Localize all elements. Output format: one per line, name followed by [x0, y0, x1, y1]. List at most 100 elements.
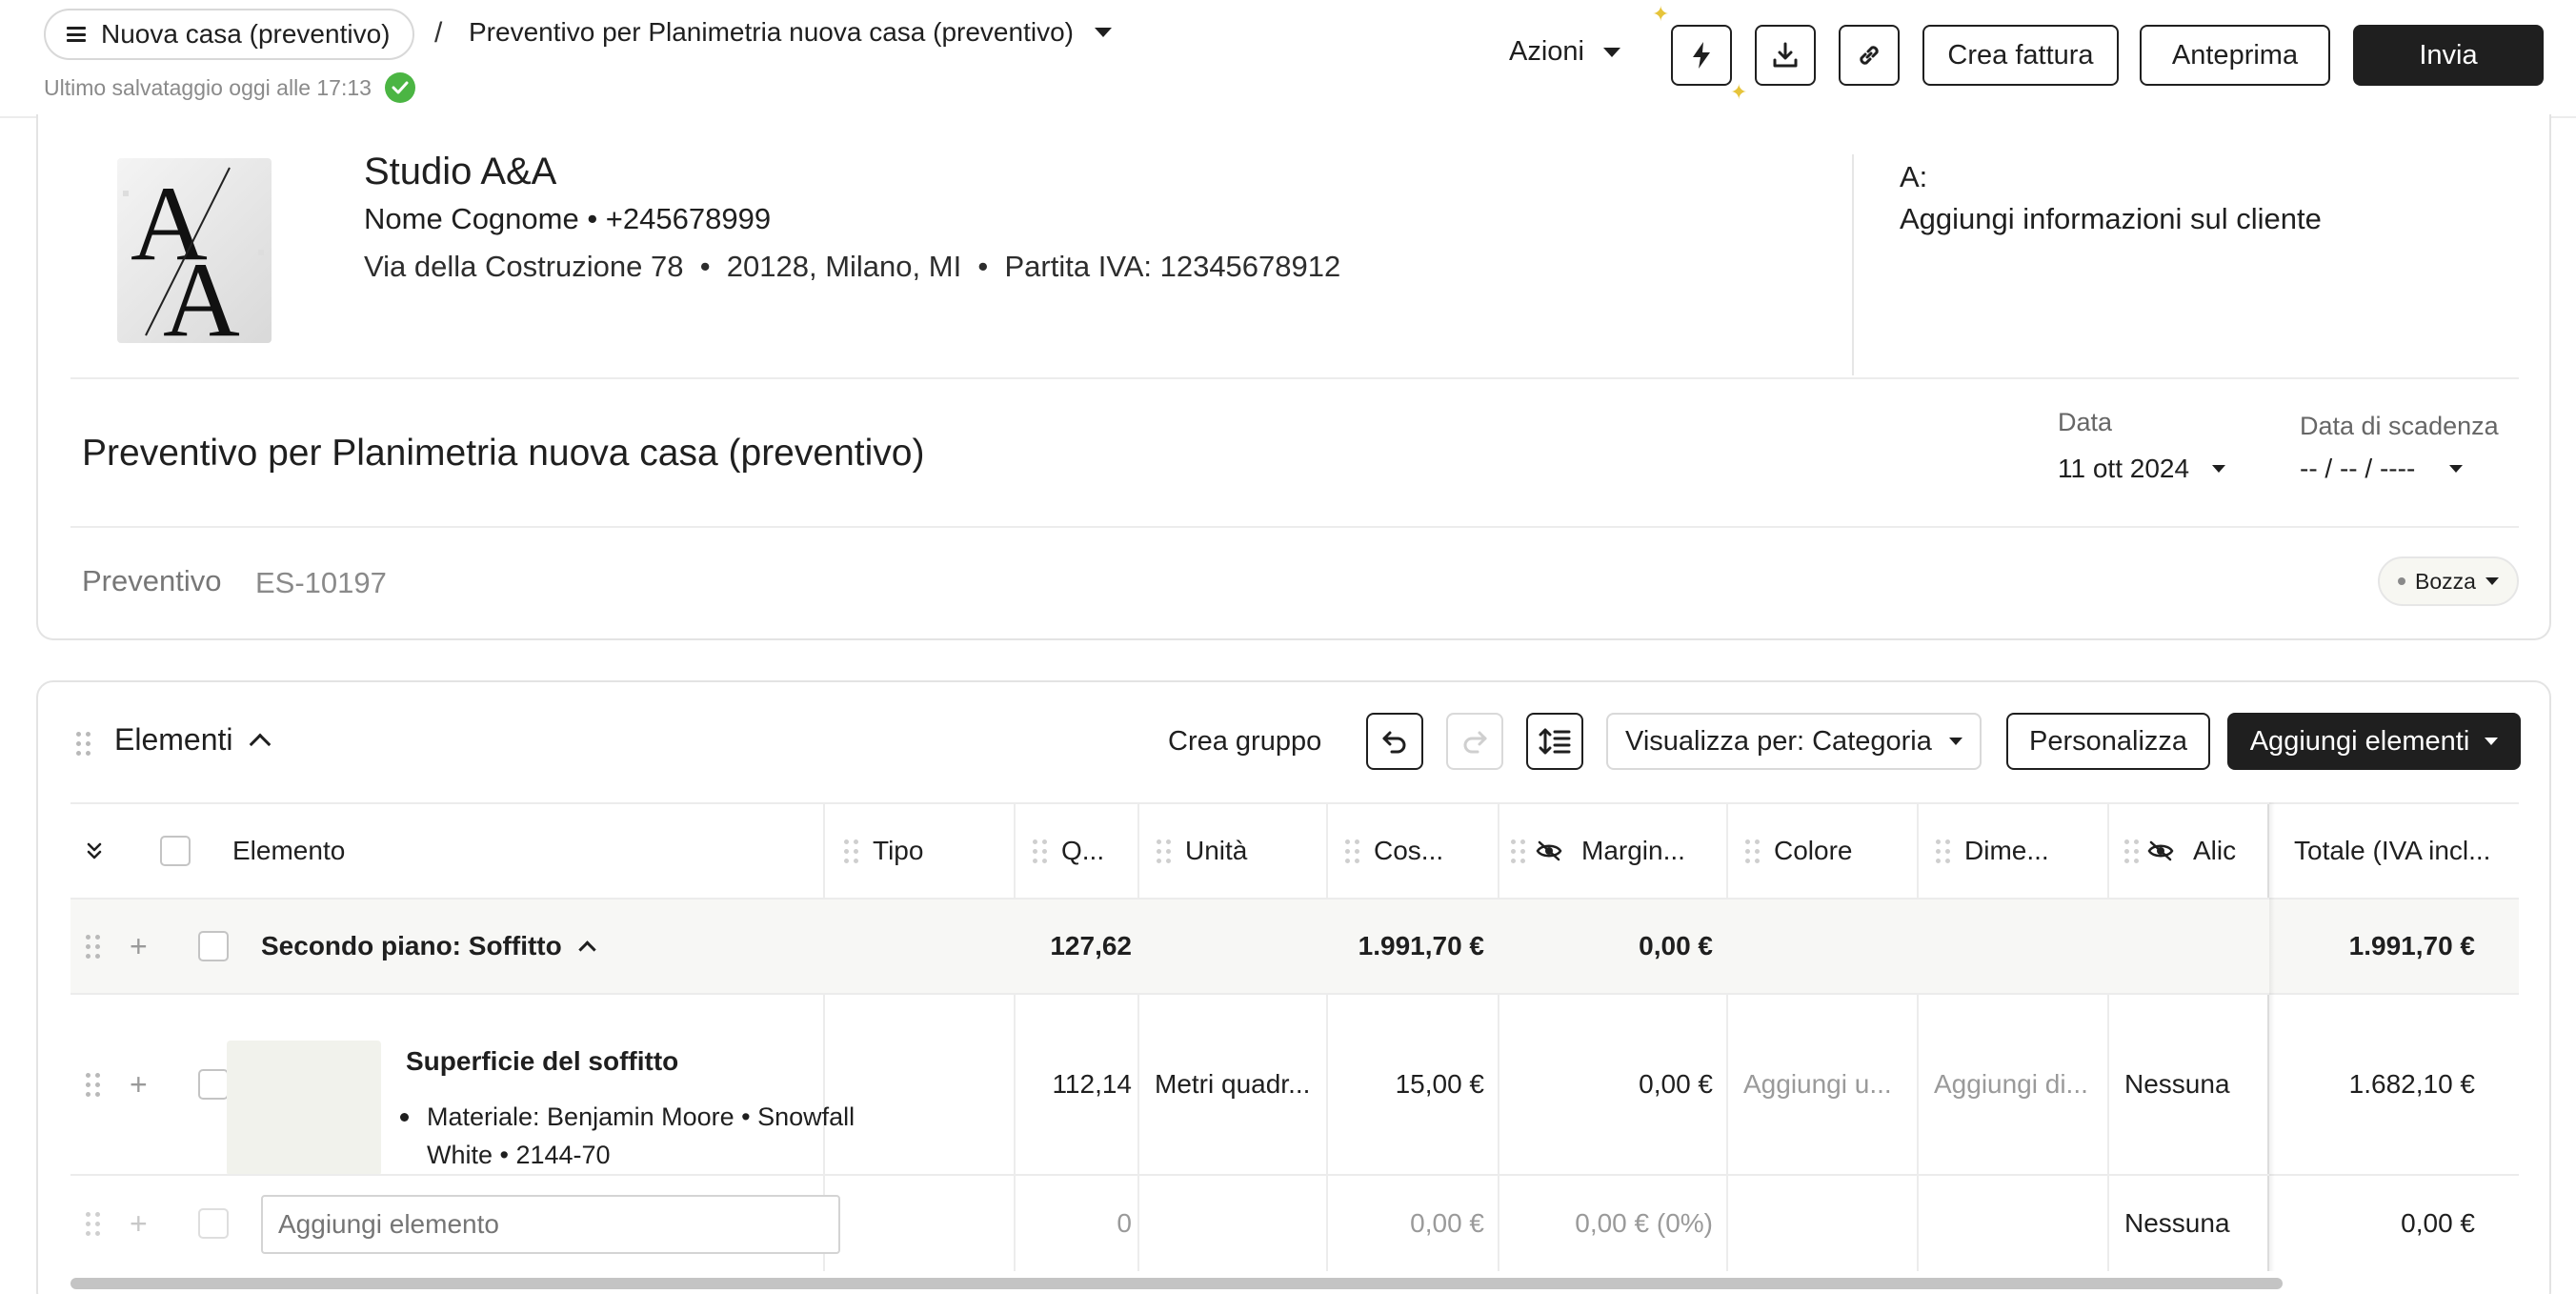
automation-button[interactable] — [1671, 25, 1732, 86]
top-bar: Nuova casa (preventivo) / Preventivo per… — [0, 0, 2576, 118]
logo-letter-bottom: A — [163, 241, 240, 343]
row-height-button[interactable] — [1526, 713, 1583, 770]
undo-button[interactable] — [1366, 713, 1423, 770]
new-item-total: 0,00 € — [2401, 1208, 2475, 1238]
caret-down-icon — [2212, 465, 2226, 473]
column-drag-handle[interactable] — [1157, 804, 1171, 898]
item-name[interactable]: Superficie del soffitto — [406, 1046, 678, 1077]
status-dropdown[interactable]: Bozza — [2378, 556, 2519, 606]
divider — [1852, 154, 1854, 375]
project-breadcrumb-button[interactable]: Nuova casa (preventivo) — [44, 9, 415, 60]
status-label: Bozza — [2415, 568, 2476, 594]
add-row-icon[interactable]: + — [130, 995, 148, 1174]
new-item-cost[interactable]: 0,00 € — [1326, 1176, 1484, 1271]
column-header-type[interactable]: Tipo — [873, 804, 923, 898]
add-row-icon[interactable]: + — [130, 1176, 148, 1271]
quote-number[interactable]: ES-10197 — [255, 566, 387, 600]
elements-title: Elementi — [114, 722, 233, 757]
group-row[interactable]: + Secondo piano: Soffitto 127,62 1.991,7… — [70, 898, 2519, 993]
group-toggle[interactable]: Secondo piano: Soffitto — [261, 900, 596, 993]
divider — [70, 377, 2519, 379]
caret-down-icon — [2449, 465, 2464, 473]
row-checkbox[interactable] — [198, 995, 229, 1174]
send-button[interactable]: Invia — [2353, 25, 2544, 86]
group-name: Secondo piano: Soffitto — [261, 931, 562, 960]
company-name: Studio A&A — [364, 151, 557, 192]
frozen-column-shadow — [2269, 802, 2275, 1271]
collapse-all-button[interactable] — [86, 804, 103, 898]
column-drag-handle[interactable] — [1511, 804, 1525, 898]
customize-button[interactable]: Personalizza — [2006, 713, 2210, 770]
view-by-label: Visualizza per: Categoria — [1625, 725, 1932, 757]
document-title-dropdown[interactable]: Preventivo per Planimetria nuova casa (p… — [469, 17, 1112, 48]
view-by-dropdown[interactable]: Visualizza per: Categoria — [1606, 713, 1982, 770]
column-header-element[interactable]: Elemento — [232, 804, 345, 898]
column-drag-handle[interactable] — [1033, 804, 1047, 898]
drag-handle-icon[interactable] — [86, 1176, 100, 1271]
column-header-total[interactable]: Totale (IVA incl... — [2294, 804, 2490, 898]
quote-label: Preventivo — [82, 564, 222, 597]
sparkle-icon: ✦ — [1730, 80, 1748, 104]
column-header-tax-rate[interactable]: Alic — [2193, 804, 2265, 898]
item-cost[interactable]: 15,00 € — [1326, 995, 1484, 1174]
group-cost: 1.991,70 € — [1358, 931, 1484, 960]
item-quantity[interactable]: 112,14 — [1014, 995, 1132, 1174]
horizontal-scrollbar[interactable] — [70, 1278, 2283, 1289]
row-checkbox[interactable] — [198, 1176, 229, 1271]
actions-dropdown[interactable]: Azioni — [1509, 36, 1620, 68]
column-drag-handle[interactable] — [1745, 804, 1760, 898]
table-row[interactable]: + Superficie del soffitto Materiale: Ben… — [70, 993, 2519, 1176]
eye-off-icon[interactable] — [2147, 804, 2174, 898]
item-color[interactable]: Aggiungi u... — [1743, 995, 1911, 1174]
new-item-tax-rate[interactable]: Nessuna — [2124, 1176, 2265, 1271]
column-header-margin[interactable]: Margin... — [1581, 804, 1685, 898]
column-header-color[interactable]: Colore — [1774, 804, 1852, 898]
add-row-icon[interactable]: + — [130, 900, 148, 993]
item-total: 1.682,10 € — [2348, 1069, 2475, 1099]
company-logo[interactable]: A A — [117, 158, 272, 343]
item-image-placeholder[interactable] — [227, 1041, 381, 1176]
date-picker[interactable]: 11 ott 2024 — [2058, 454, 2226, 484]
item-tax-rate[interactable]: Nessuna — [2124, 995, 2265, 1174]
column-header-quantity[interactable]: Q... — [1061, 804, 1104, 898]
elements-section-toggle[interactable]: Elementi — [114, 722, 271, 758]
create-group-button[interactable]: Crea gruppo — [1168, 726, 1321, 758]
company-address: Via della Costruzione 78 • 20128, Milano… — [364, 250, 1341, 283]
due-date-label: Data di scadenza — [2300, 412, 2499, 440]
new-item-quantity[interactable]: 0 — [1014, 1176, 1132, 1271]
drag-handle-icon[interactable] — [86, 995, 100, 1174]
row-checkbox[interactable] — [198, 900, 229, 993]
column-drag-handle[interactable] — [1345, 804, 1359, 898]
preview-button[interactable]: Anteprima — [2140, 25, 2330, 86]
item-margin[interactable]: 0,00 € — [1498, 995, 1713, 1174]
column-header-cost[interactable]: Cos... — [1374, 804, 1443, 898]
copy-link-button[interactable] — [1839, 25, 1900, 86]
due-date-picker[interactable]: -- / -- / ---- — [2300, 454, 2464, 484]
add-client-info-link[interactable]: Aggiungi informazioni sul cliente — [1900, 202, 2322, 236]
column-drag-handle[interactable] — [1936, 804, 1950, 898]
caret-down-icon — [1094, 28, 1112, 37]
project-name: Nuova casa (preventivo) — [101, 19, 391, 49]
document-title[interactable]: Preventivo per Planimetria nuova casa (p… — [82, 433, 924, 475]
drag-handle-icon[interactable] — [76, 732, 91, 756]
add-element-input[interactable] — [261, 1195, 840, 1254]
column-drag-handle[interactable] — [844, 804, 858, 898]
divider — [70, 526, 2519, 528]
drag-handle-icon[interactable] — [86, 900, 100, 993]
column-header-unit[interactable]: Unità — [1185, 804, 1247, 898]
item-dimensions[interactable]: Aggiungi di... — [1934, 995, 2102, 1174]
new-item-margin[interactable]: 0,00 € (0%) — [1498, 1176, 1713, 1271]
create-invoice-button[interactable]: Crea fattura — [1922, 25, 2119, 86]
group-total: 1.991,70 € — [2348, 931, 2475, 960]
column-header-dimensions[interactable]: Dime... — [1964, 804, 2049, 898]
download-button[interactable] — [1755, 25, 1816, 86]
redo-button[interactable] — [1446, 713, 1503, 770]
item-unit[interactable]: Metri quadr... — [1155, 995, 1322, 1174]
sparkle-icon: ✦ — [1652, 2, 1670, 26]
add-items-button[interactable]: Aggiungi elementi — [2227, 713, 2521, 770]
document-card: A A Studio A&A Nome Cognome • +245678999… — [36, 114, 2551, 640]
select-all-checkbox[interactable] — [160, 804, 191, 898]
eye-off-icon[interactable] — [1536, 804, 1562, 898]
column-drag-handle[interactable] — [2124, 804, 2139, 898]
item-description: Materiale: Benjamin Moore • Snowfall Whi… — [400, 1098, 865, 1174]
